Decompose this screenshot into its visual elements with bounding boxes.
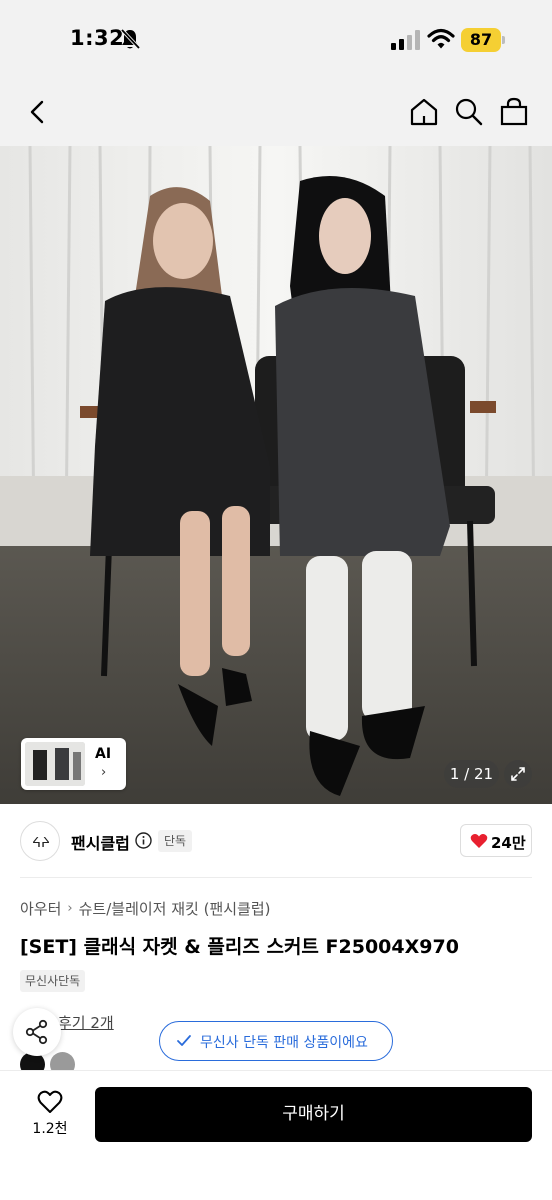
product-image[interactable] [0, 146, 552, 804]
back-arrow-icon[interactable] [22, 95, 56, 129]
expand-icon[interactable] [504, 760, 532, 788]
wishlist-count: 1.2천 [32, 1121, 68, 1137]
battery-icon: 87 [461, 28, 501, 52]
brand-name[interactable]: 팬시클럽 [71, 830, 130, 854]
svg-text:ᔦᔨ: ᔦᔨ [32, 835, 50, 851]
home-icon[interactable] [407, 95, 441, 129]
ai-thumbnail-button[interactable]: AI › [21, 738, 126, 790]
wifi-icon [427, 28, 455, 49]
shopping-bag-icon[interactable] [497, 95, 531, 129]
brand-like-count: 24만 [491, 834, 526, 852]
bell-slash-icon [120, 28, 140, 50]
share-button[interactable] [13, 1008, 61, 1056]
breadcrumb-item-outer[interactable]: 아우터 [20, 900, 61, 918]
toast-text: 무신사 단독 판매 상품이에요 [200, 1035, 368, 1051]
divider [20, 877, 532, 878]
ai-label: AI [95, 746, 112, 762]
product-title: [SET] 클래식 자켓 & 플리즈 스커트 F25004X970 [20, 936, 459, 958]
heart-filled-icon [470, 834, 488, 848]
thumbnail-image [25, 742, 85, 786]
musinsa-exclusive-badge: 무신사단독 [20, 970, 86, 992]
exclusive-badge: 단독 [158, 830, 193, 852]
chevron-right-icon: › [67, 901, 73, 916]
heart-outline-icon[interactable] [37, 1090, 63, 1114]
search-icon[interactable] [452, 95, 486, 129]
brand-logo[interactable]: ᔦᔨ [20, 821, 60, 861]
breadcrumb: 아우터 › 슈트/블레이저 재킷 (팬시클럽) [20, 898, 271, 919]
buy-button[interactable]: 구매하기 [95, 1087, 532, 1142]
info-icon[interactable] [135, 832, 152, 849]
breadcrumb-item-suit[interactable]: 슈트/블레이저 재킷 (팬시클럽) [79, 900, 271, 918]
review-link[interactable]: 후기 2개 [58, 1012, 114, 1033]
share-icon [25, 1019, 48, 1045]
signal-icon [391, 30, 420, 50]
image-counter: 1 / 21 [444, 760, 499, 788]
exclusive-toast: 무신사 단독 판매 상품이에요 [159, 1021, 393, 1061]
chevron-right-icon: › [101, 765, 107, 780]
status-time: 1:32 [70, 26, 125, 50]
check-icon [177, 1035, 191, 1046]
product-photo [0, 146, 552, 804]
status-bar: 1:32 87 [0, 0, 552, 80]
nav-bar [0, 80, 552, 146]
battery-tip [502, 36, 505, 44]
brand-like-button[interactable]: 24만 [460, 824, 532, 857]
